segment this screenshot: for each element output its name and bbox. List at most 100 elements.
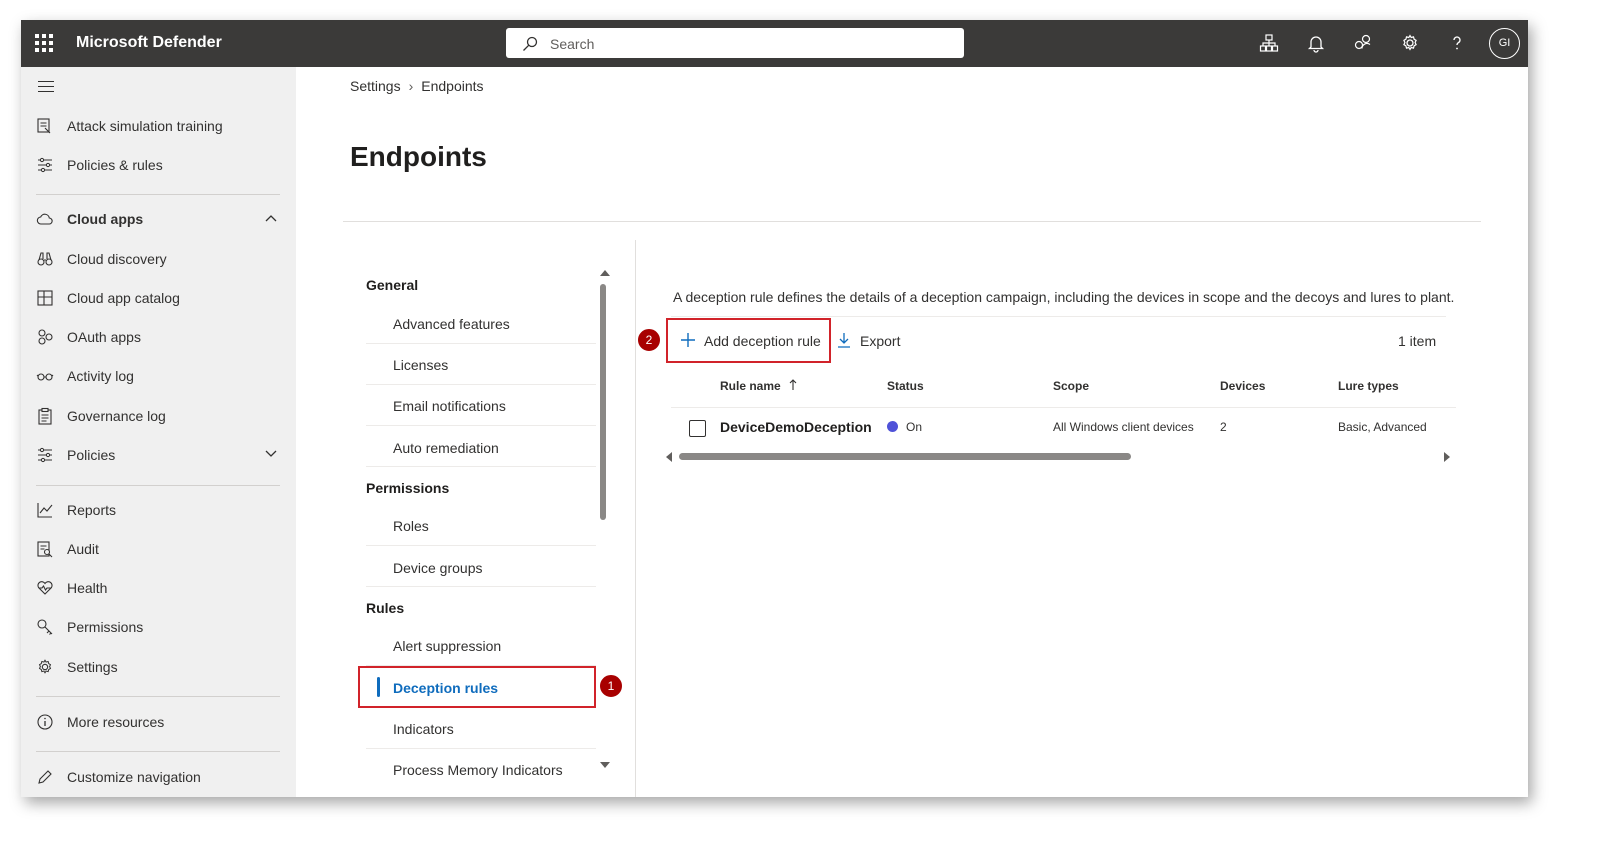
app-launcher-icon[interactable]: [35, 34, 53, 52]
nav-item-permissions[interactable]: Permissions: [21, 609, 296, 645]
subnav-item-roles[interactable]: Roles: [393, 518, 429, 534]
breadcrumb-current: Endpoints: [421, 78, 484, 94]
column-header-status[interactable]: Status: [887, 379, 924, 393]
subnav-item-advanced-features[interactable]: Advanced features: [393, 316, 510, 332]
nav-item-oauth-apps[interactable]: OAuth apps: [21, 319, 296, 355]
subnav-divider: [366, 343, 596, 344]
column-header-scope[interactable]: Scope: [1053, 379, 1089, 393]
nav-item-settings[interactable]: Settings: [21, 649, 296, 685]
nav-item-label: Reports: [67, 502, 117, 518]
catalog-icon: [37, 290, 53, 306]
page-title: Endpoints: [350, 141, 487, 172]
breadcrumb-settings-link[interactable]: Settings: [350, 78, 401, 94]
nav-item-more-resources[interactable]: More resources: [21, 704, 296, 740]
hamburger-menu-icon[interactable]: [38, 81, 54, 93]
scroll-down-arrow-icon[interactable]: [600, 762, 610, 768]
sliders-icon: [38, 447, 52, 463]
export-label: Export: [860, 333, 901, 349]
subnav-divider: [366, 466, 596, 467]
nav-item-cloud-discovery[interactable]: Cloud discovery: [21, 241, 296, 277]
simulation-icon: [37, 118, 51, 134]
chevron-up-icon[interactable]: [264, 213, 278, 223]
chevron-right-icon: ›: [408, 78, 414, 94]
search-input[interactable]: [548, 34, 952, 54]
nav-item-label: Policies: [67, 447, 116, 463]
rule-name-cell[interactable]: DeviceDemoDeception: [720, 419, 872, 435]
app-title[interactable]: Microsoft Defender: [76, 34, 222, 52]
title-divider: [343, 221, 1481, 222]
cloud-icon: [36, 213, 53, 225]
sort-ascending-icon: [789, 379, 797, 390]
subnav-heading-rules: Rules: [366, 600, 405, 616]
gear-icon[interactable]: [1400, 33, 1420, 53]
nav-item-governance-log[interactable]: Governance log: [21, 398, 296, 434]
sliders-icon: [38, 157, 52, 173]
pencil-icon: [38, 770, 52, 784]
nav-item-label: Cloud app catalog: [67, 290, 180, 306]
nav-divider: [36, 194, 280, 195]
step-badge-2: 2: [637, 328, 661, 352]
oauth-icon: [38, 329, 53, 345]
avatar[interactable]: GI: [1489, 28, 1520, 59]
description-divider: [671, 316, 1446, 317]
column-header-label: Rule name: [720, 379, 781, 393]
chevron-down-icon[interactable]: [264, 449, 278, 459]
highlight-box-step-1: [358, 666, 596, 708]
search-icon: [523, 36, 538, 51]
nav-item-policies[interactable]: Policies: [21, 437, 296, 473]
nav-item-label: Health: [67, 580, 108, 596]
column-header-lure-types[interactable]: Lure types: [1338, 379, 1399, 393]
subnav-item-email-notifications[interactable]: Email notifications: [393, 398, 506, 414]
column-header-devices[interactable]: Devices: [1220, 379, 1265, 393]
defender-window: Microsoft Defender Search GI Attack simu…: [21, 20, 1528, 797]
lure-types-cell: Basic, Advanced: [1338, 420, 1427, 434]
export-button[interactable]: Export: [836, 331, 906, 351]
nav-item-customize-navigation[interactable]: Customize navigation: [21, 759, 296, 795]
nav-item-label: Governance log: [67, 408, 166, 424]
nav-item-audit[interactable]: Audit: [21, 531, 296, 567]
subnav-divider: [366, 586, 596, 587]
subnav-item-indicators[interactable]: Indicators: [393, 721, 454, 737]
help-icon[interactable]: [1447, 33, 1467, 53]
panel-divider: [635, 240, 636, 797]
scroll-left-arrow-icon[interactable]: [666, 452, 672, 462]
subnav-item-licenses[interactable]: Licenses: [393, 357, 448, 373]
scroll-right-arrow-icon[interactable]: [1444, 452, 1450, 462]
glasses-icon: [36, 373, 54, 381]
info-icon: [37, 714, 53, 730]
top-bar: Microsoft Defender Search GI: [21, 20, 1528, 67]
nav-item-reports[interactable]: Reports: [21, 492, 296, 528]
table-horizontal-scrollbar[interactable]: [679, 453, 1131, 460]
column-header-rule-name[interactable]: Rule name: [720, 379, 798, 393]
nav-item-label: Activity log: [67, 368, 134, 384]
nav-item-cloud-apps[interactable]: Cloud apps: [21, 201, 296, 237]
row-checkbox[interactable]: [689, 420, 706, 437]
key-icon: [37, 619, 53, 635]
subnav-item-device-groups[interactable]: Device groups: [393, 560, 483, 576]
scroll-up-arrow-icon[interactable]: [600, 270, 610, 276]
nav-divider: [36, 751, 280, 752]
subnav-divider: [366, 384, 596, 385]
download-icon: [838, 333, 850, 348]
chart-icon: [37, 503, 53, 518]
subnav-item-process-memory-indicators[interactable]: Process Memory Indicators: [393, 762, 563, 778]
search-box[interactable]: [506, 28, 964, 58]
highlight-box-step-2: [666, 318, 831, 363]
subnav-scrollbar-thumb[interactable]: [600, 284, 606, 520]
subnav-item-auto-remediation[interactable]: Auto remediation: [393, 440, 499, 456]
nav-item-activity-log[interactable]: Activity log: [21, 358, 296, 394]
subnav-divider: [366, 748, 596, 749]
step-badge-1: 1: [599, 674, 623, 698]
community-icon[interactable]: [1353, 33, 1373, 53]
nav-item-attack-simulation-training[interactable]: Attack simulation training: [21, 108, 296, 144]
bell-icon[interactable]: [1306, 33, 1326, 53]
breadcrumb: Settings › Endpoints: [350, 78, 484, 94]
nav-item-health[interactable]: Health: [21, 570, 296, 606]
subnav-divider: [366, 425, 596, 426]
subnav-item-alert-suppression[interactable]: Alert suppression: [393, 638, 501, 654]
subnav-heading-general: General: [366, 277, 419, 293]
audit-icon: [37, 541, 53, 558]
nav-item-cloud-app-catalog[interactable]: Cloud app catalog: [21, 280, 296, 316]
nav-item-policies-and-rules[interactable]: Policies & rules: [21, 147, 296, 183]
org-chart-icon[interactable]: [1259, 33, 1279, 53]
